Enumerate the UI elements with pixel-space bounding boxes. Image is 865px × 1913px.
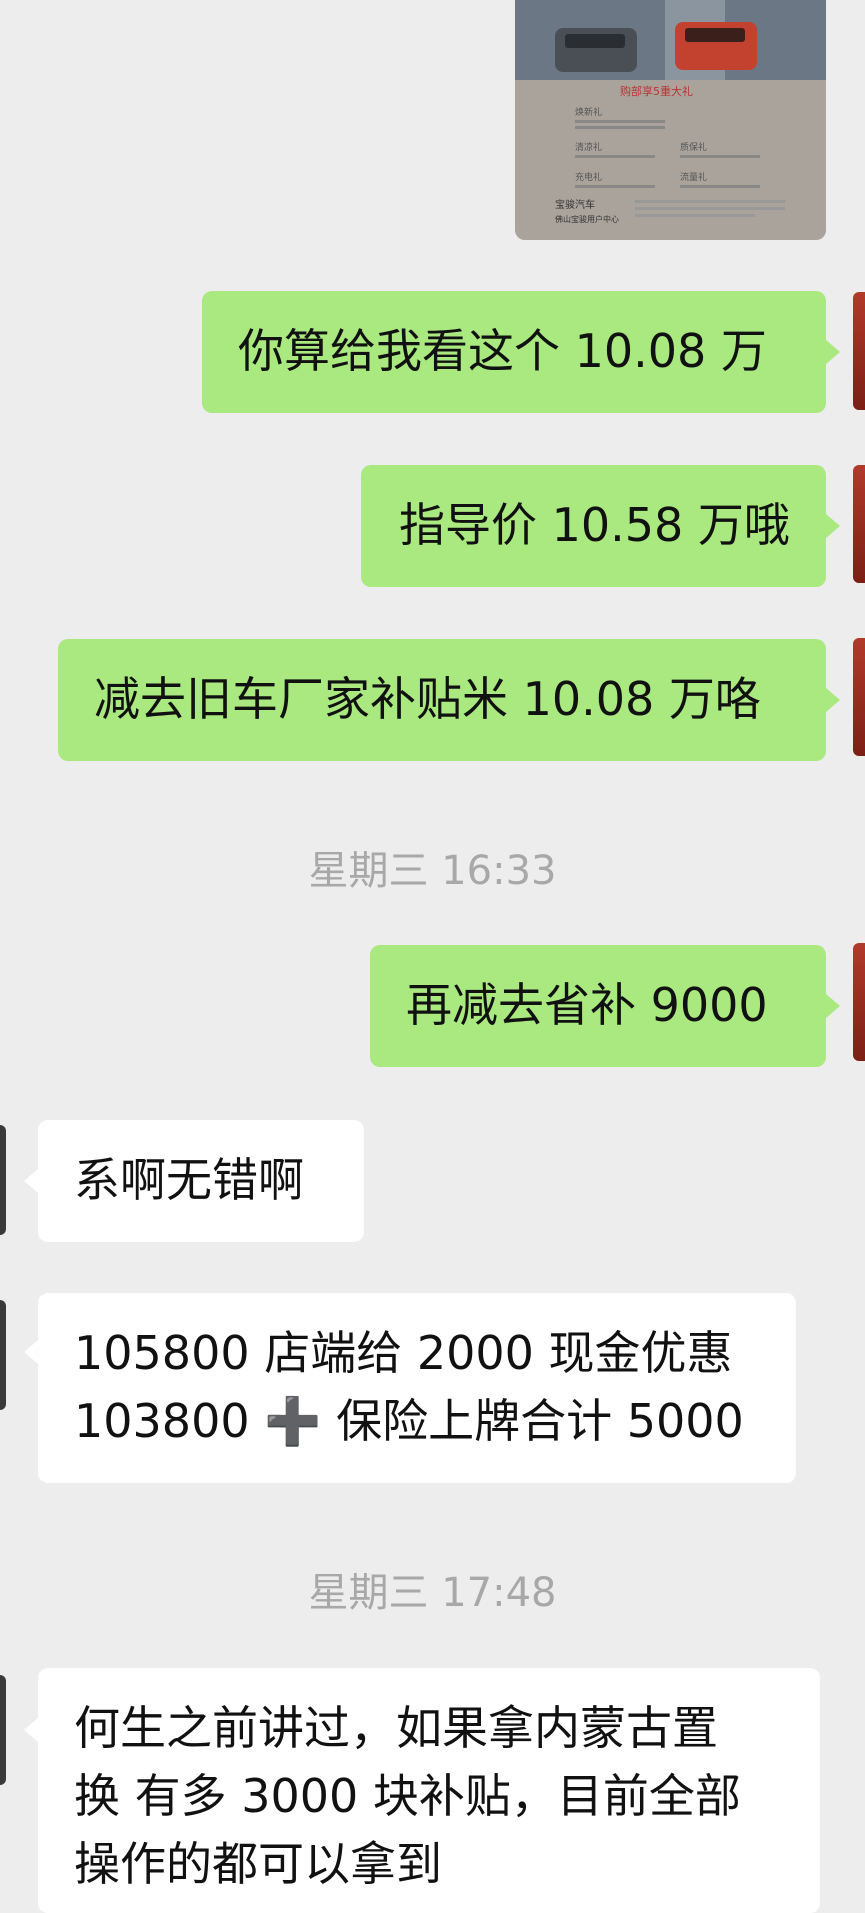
bubble-tail [826,994,840,1018]
svg-text:流量礼: 流量礼 [680,171,707,183]
message-text: 减去旧车厂家补贴米 10.08 万咯 [94,672,761,726]
svg-text:质保礼: 质保礼 [680,141,707,153]
bubble-tail [826,340,840,364]
svg-text:焕新礼: 焕新礼 [575,106,602,118]
incoming-message[interactable]: 105800 店端给 2000 现金优惠 103800 ➕ 保险上牌合计 500… [38,1293,796,1483]
message-line: 换 有多 3000 块补贴，目前全部 [74,1769,741,1823]
message-line: 105800 店端给 2000 现金优惠 [74,1326,733,1380]
image-message-flyer[interactable]: 购部享5重大礼 焕新礼 清凉礼 质保礼 充电礼 流量礼 宝骏汽车 佛山宝骏用户中… [515,0,826,240]
my-avatar[interactable] [853,638,865,756]
message-line: 103800 ➕ 保险上牌合计 5000 [74,1387,796,1455]
my-avatar[interactable] [853,292,865,410]
flyer-photo: 购部享5重大礼 焕新礼 清凉礼 质保礼 充电礼 流量礼 宝骏汽车 佛山宝骏用户中… [515,0,826,240]
timestamp: 星期三 17:48 [308,1570,557,1616]
my-avatar[interactable] [853,943,865,1061]
message-text: 指导价 10.58 万哦 [399,498,790,552]
bubble-tail [24,1718,38,1742]
svg-text:佛山宝骏用户中心: 佛山宝骏用户中心 [555,214,619,224]
svg-text:充电礼: 充电礼 [575,171,602,183]
plus-icon: ➕ [264,1394,322,1448]
outgoing-message[interactable]: 减去旧车厂家补贴米 10.08 万咯 [58,639,826,761]
message-line: 操作的都可以拿到 [74,1837,442,1891]
message-line: 何生之前讲过，如果拿内蒙古置 [74,1701,718,1755]
timestamp: 星期三 16:33 [308,848,557,894]
flyer-title: 购部享5重大礼 [620,84,693,98]
svg-text:宝骏汽车: 宝骏汽车 [555,198,595,211]
bubble-tail [826,514,840,538]
incoming-message[interactable]: 系啊无错啊 [38,1120,364,1242]
outgoing-message[interactable]: 再减去省补 9000 [370,945,826,1067]
my-avatar[interactable] [853,465,865,583]
contact-avatar[interactable] [0,1125,6,1235]
svg-text:清凉礼: 清凉礼 [575,141,602,153]
message-text: 再减去省补 9000 [406,978,768,1032]
message-text: 你算给我看这个 10.08 万 [238,324,767,378]
message-text: 系啊无错啊 [74,1153,304,1207]
incoming-message[interactable]: 何生之前讲过，如果拿内蒙古置 换 有多 3000 块补贴，目前全部 操作的都可以… [38,1668,820,1913]
bubble-tail [826,688,840,712]
bubble-tail [24,1169,38,1193]
outgoing-message[interactable]: 你算给我看这个 10.08 万 [202,291,826,413]
outgoing-message[interactable]: 指导价 10.58 万哦 [361,465,826,587]
contact-avatar[interactable] [0,1675,6,1785]
contact-avatar[interactable] [0,1300,6,1410]
bubble-tail [24,1340,38,1364]
